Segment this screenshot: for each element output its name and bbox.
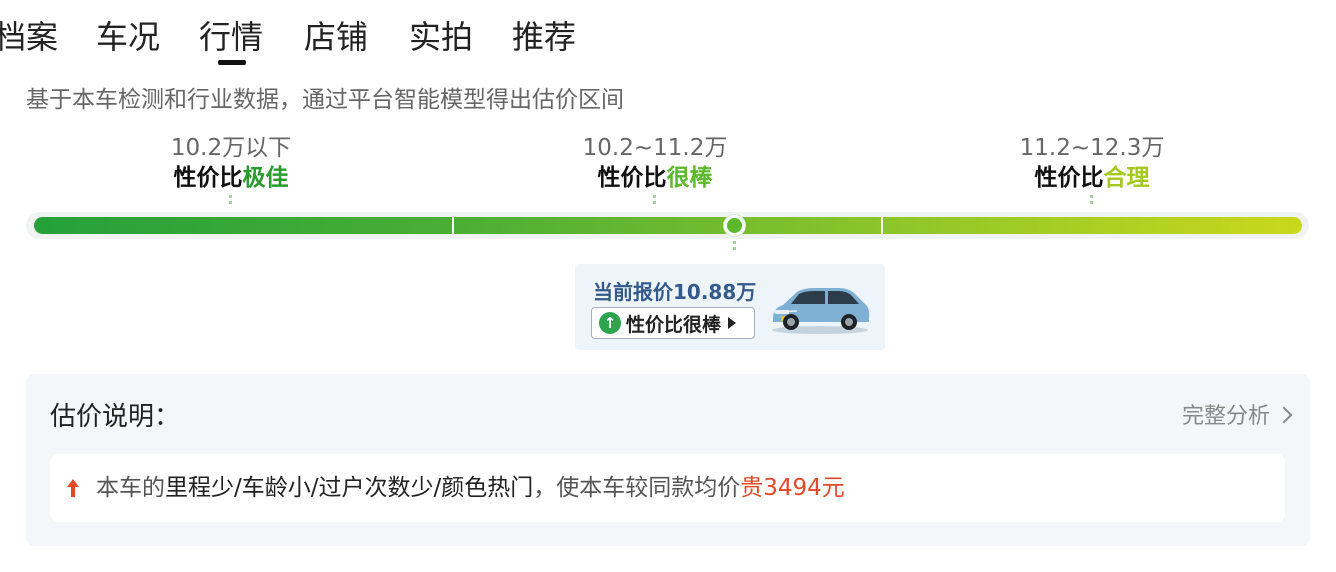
- bar-segment-fair: [882, 217, 1302, 234]
- value-rating-badge[interactable]: ↑ 性价比很棒: [591, 307, 755, 339]
- marker-connector: [732, 241, 736, 253]
- rating-prefix: 性价比: [173, 165, 243, 191]
- car-thumbnail: [772, 288, 870, 334]
- range-price: 10.2万以下: [170, 135, 292, 161]
- chevron-right-icon: [1275, 406, 1293, 424]
- tab-recommend[interactable]: 推荐: [512, 17, 576, 57]
- active-tab-indicator: [218, 60, 246, 65]
- bar-divider: [881, 217, 883, 234]
- bar-segment-great: [453, 217, 882, 234]
- range-rating: 性价比很棒: [505, 163, 805, 193]
- tab-archive[interactable]: 档案: [0, 17, 58, 57]
- explanation-title: 估价说明：: [50, 402, 181, 432]
- valuation-explanation-panel: 估价说明： 完整分析 本车的里程少/车龄小/过户次数少/颜色热门，使本车较同款均…: [26, 374, 1310, 546]
- up-arrow-circle-icon: ↑: [599, 312, 621, 334]
- rating-word: 极佳: [242, 165, 289, 191]
- explanation-price-diff: 贵3494元: [740, 475, 845, 501]
- tab-store[interactable]: 店铺: [304, 17, 368, 57]
- tab-photos[interactable]: 实拍: [409, 17, 473, 57]
- explanation-text: 本车的里程少/车龄小/过户次数少/颜色热门，使本车较同款均价贵3494元: [96, 473, 845, 503]
- rating-word: 合理: [1103, 165, 1150, 191]
- range-fair: 11.2~12.3万 性价比合理: [942, 133, 1242, 205]
- valuation-subtitle: 基于本车检测和行业数据，通过平台智能模型得出估价区间: [26, 87, 624, 113]
- range-rating: 性价比合理: [942, 163, 1242, 193]
- current-price-marker: [723, 215, 745, 236]
- bar-divider: [452, 217, 454, 234]
- tab-condition[interactable]: 车况: [96, 17, 160, 57]
- price-bar: [34, 217, 1302, 234]
- bar-segment-excellent: [34, 217, 453, 234]
- range-rating: 性价比极佳: [81, 163, 381, 193]
- range-price: 10.2~11.2万: [582, 135, 728, 161]
- explanation-text-part: ，使本车较同款均价: [533, 475, 741, 501]
- range-price: 11.2~12.3万: [1019, 135, 1165, 161]
- dotted-connector: [229, 195, 232, 205]
- badge-label: 性价比很棒: [626, 313, 722, 336]
- explanation-card: 本车的里程少/车龄小/过户次数少/颜色热门，使本车较同款均价贵3494元: [50, 454, 1285, 522]
- dotted-connector: [653, 195, 656, 205]
- red-up-arrow-icon: [67, 479, 79, 497]
- explanation-factors: 里程少/车龄小/过户次数少/颜色热门: [165, 475, 534, 501]
- rating-prefix: 性价比: [1034, 165, 1104, 191]
- dotted-connector: [1090, 195, 1093, 205]
- tab-market[interactable]: 行情: [199, 17, 263, 57]
- current-price-popup: 当前报价10.88万 ↑ 性价比很棒: [575, 264, 885, 350]
- rating-prefix: 性价比: [597, 165, 667, 191]
- explanation-text-part: 本车的: [96, 475, 165, 501]
- tab-bar: 档案 车况 行情 店铺 实拍 推荐: [0, 0, 1336, 66]
- range-great: 10.2~11.2万 性价比很棒: [505, 133, 805, 205]
- rating-word: 很棒: [666, 165, 713, 191]
- range-excellent: 10.2万以下 性价比极佳: [81, 133, 381, 205]
- play-arrow-icon: [728, 317, 737, 329]
- current-price-label: 当前报价10.88万: [593, 280, 757, 304]
- full-analysis-label: 完整分析: [1181, 404, 1270, 429]
- full-analysis-link[interactable]: 完整分析: [1181, 398, 1293, 430]
